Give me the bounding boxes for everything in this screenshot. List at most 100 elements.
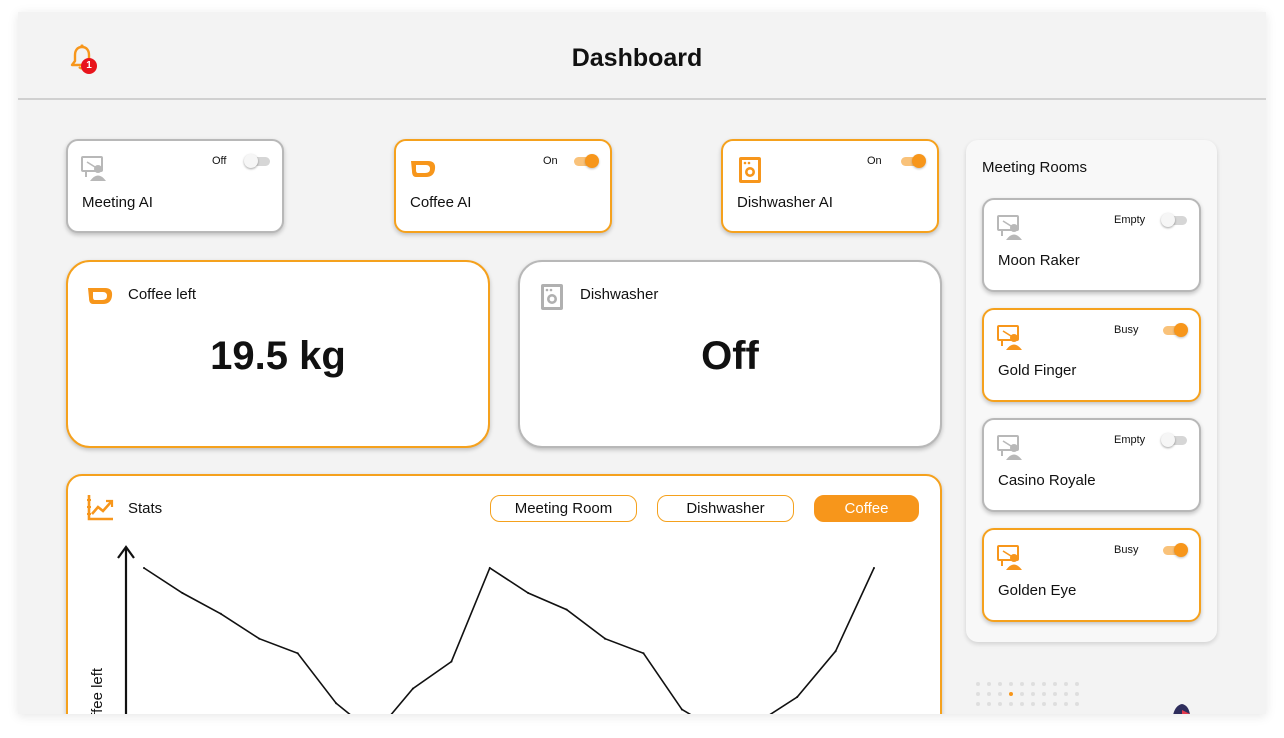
room-toggle[interactable] <box>1161 433 1187 447</box>
meeting-icon <box>997 545 1022 570</box>
room-status: Empty <box>1114 214 1146 226</box>
decorative-dot <box>976 692 980 696</box>
decorative-dot <box>1064 682 1068 686</box>
data-point <box>143 567 145 569</box>
decorative-dot <box>1042 682 1046 686</box>
decorative-dot <box>976 702 980 706</box>
page-title: Dashboard <box>571 44 703 72</box>
meeting-rooms-panel: Meeting Rooms Empty Moon Raker Busy Gold… <box>966 140 1217 642</box>
decorative-dot <box>987 682 991 686</box>
header: 1 Dashboard <box>18 12 1266 100</box>
y-axis-label: Coffee left <box>89 667 106 714</box>
meeting-ai-state: Off <box>212 155 227 167</box>
decorative-dot <box>1031 692 1035 696</box>
data-point <box>680 708 683 711</box>
data-point <box>181 591 184 594</box>
decorative-dot <box>976 682 980 686</box>
room-card-golden-eye[interactable]: Busy Golden Eye <box>982 528 1201 622</box>
decorative-dot <box>1053 702 1057 706</box>
dishwasher-label: Dishwasher <box>580 286 659 303</box>
decorative-dot <box>1009 682 1013 686</box>
coffee-line-chart: Coffee left <box>89 545 875 714</box>
decorative-dot <box>1020 692 1024 696</box>
data-point <box>258 637 261 640</box>
data-point <box>873 567 875 569</box>
coffee-left-value: 19.5 kg <box>210 334 346 378</box>
room-status: Empty <box>1114 434 1146 446</box>
data-point <box>450 660 453 663</box>
dishwasher-ai-state: On <box>867 155 882 167</box>
coffee-icon <box>411 161 436 177</box>
stats-card: Stats Meeting Room Dishwasher Coffee Cof… <box>66 474 942 714</box>
room-name: Casino Royale <box>998 472 1096 489</box>
coffee-ai-label: Coffee AI <box>410 194 472 211</box>
data-point <box>604 637 607 640</box>
meeting-icon <box>997 435 1022 460</box>
coffee-ai-state: On <box>543 155 558 167</box>
decorative-dot <box>1075 682 1079 686</box>
dishwasher-card: Dishwasher Off <box>518 260 942 448</box>
dishwasher-icon <box>739 157 761 183</box>
dishwasher-ai-card[interactable]: On Dishwasher AI <box>721 139 939 233</box>
avatar <box>1173 704 1190 714</box>
data-point <box>796 695 799 698</box>
room-name: Golden Eye <box>998 582 1077 599</box>
meeting-icon <box>997 215 1022 240</box>
dishwasher-value: Off <box>701 334 759 378</box>
decorative-dot <box>1075 702 1079 706</box>
data-point <box>642 652 645 655</box>
coffee-ai-toggle[interactable] <box>572 154 599 168</box>
decorative-dot <box>1031 682 1035 686</box>
decorative-dot <box>1009 702 1013 706</box>
decorative-dot <box>1053 682 1057 686</box>
dishwasher-ai-label: Dishwasher AI <box>737 194 833 211</box>
room-toggle[interactable] <box>1161 323 1188 337</box>
room-name: Gold Finger <box>998 362 1077 379</box>
data-point <box>411 687 414 690</box>
data-point <box>219 612 222 615</box>
room-toggle[interactable] <box>1161 543 1188 557</box>
decorative-dot <box>1042 692 1046 696</box>
meeting-ai-card[interactable]: Off Meeting AI <box>66 139 284 233</box>
meeting-icon <box>997 325 1022 350</box>
data-point <box>335 702 338 705</box>
room-toggle[interactable] <box>1161 213 1187 227</box>
decorative-dot <box>1042 702 1046 706</box>
decorative-dot <box>1075 692 1079 696</box>
app-window: 1 Dashboard Off Meeting AI On Coffee AI <box>18 12 1266 714</box>
room-status: Busy <box>1114 544 1139 556</box>
coffee-ai-card[interactable]: On Coffee AI <box>394 139 612 233</box>
data-point <box>527 591 530 594</box>
meeting-ai-label: Meeting AI <box>82 194 153 211</box>
data-point <box>565 608 568 611</box>
room-name: Moon Raker <box>998 252 1080 269</box>
data-point <box>488 567 491 569</box>
meeting-rooms-title: Meeting Rooms <box>982 159 1088 176</box>
data-point <box>296 652 299 655</box>
decorative-dot <box>998 702 1002 706</box>
dishwasher-ai-toggle[interactable] <box>899 154 926 168</box>
decorative-dot <box>987 692 991 696</box>
meeting-icon <box>81 156 106 181</box>
decorative-dot <box>1064 702 1068 706</box>
room-card-moon-raker[interactable]: Empty Moon Raker <box>982 198 1201 292</box>
meeting-ai-toggle[interactable] <box>244 154 270 168</box>
room-card-casino-royale[interactable]: Empty Casino Royale <box>982 418 1201 512</box>
decorative-dot <box>1009 692 1013 696</box>
decorative-dot <box>1064 692 1068 696</box>
decorative-dot <box>998 682 1002 686</box>
coffee-series-line <box>143 566 875 714</box>
room-card-gold-finger[interactable]: Busy Gold Finger <box>982 308 1201 402</box>
dishwasher-icon <box>541 284 563 310</box>
decorative-dot <box>1053 692 1057 696</box>
decorative-dot <box>1020 702 1024 706</box>
decorative-dot <box>987 702 991 706</box>
coffee-icon <box>88 288 113 304</box>
coffee-left-label: Coffee left <box>128 286 197 303</box>
decorative-dot <box>1031 702 1035 706</box>
coffee-left-card: Coffee left 19.5 kg <box>66 260 490 448</box>
data-point <box>834 650 837 653</box>
decorative-dot <box>998 692 1002 696</box>
room-status: Busy <box>1114 324 1139 336</box>
decorative-dot <box>1020 682 1024 686</box>
